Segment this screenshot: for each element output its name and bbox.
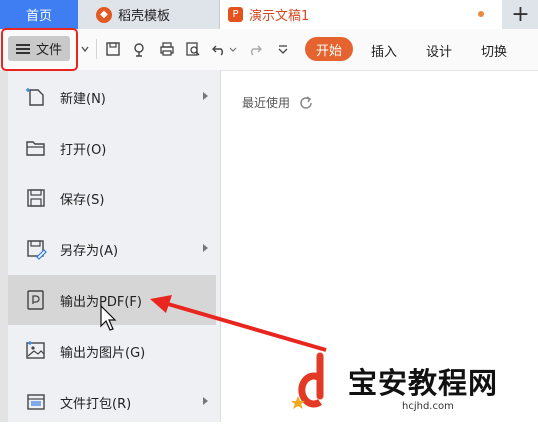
mouse-cursor-icon [100, 304, 117, 331]
annotation-overlay [100, 295, 327, 352]
annotation-arrow [167, 302, 327, 352]
annotation-arrowhead [150, 295, 172, 313]
